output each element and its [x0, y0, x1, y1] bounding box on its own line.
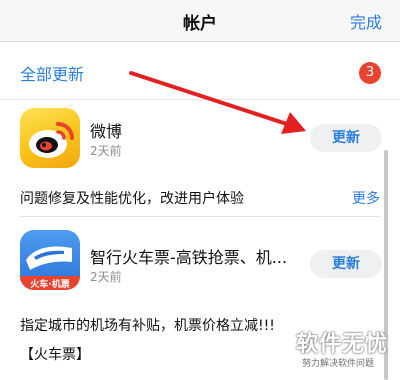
watermark-tagline: 努力解决软件问题	[302, 359, 375, 369]
annotation-arrow-icon	[129, 71, 306, 134]
watermark: 软件无忧 努力解决软件问题	[296, 326, 396, 380]
watermark-logo: 软件无忧	[296, 332, 389, 357]
